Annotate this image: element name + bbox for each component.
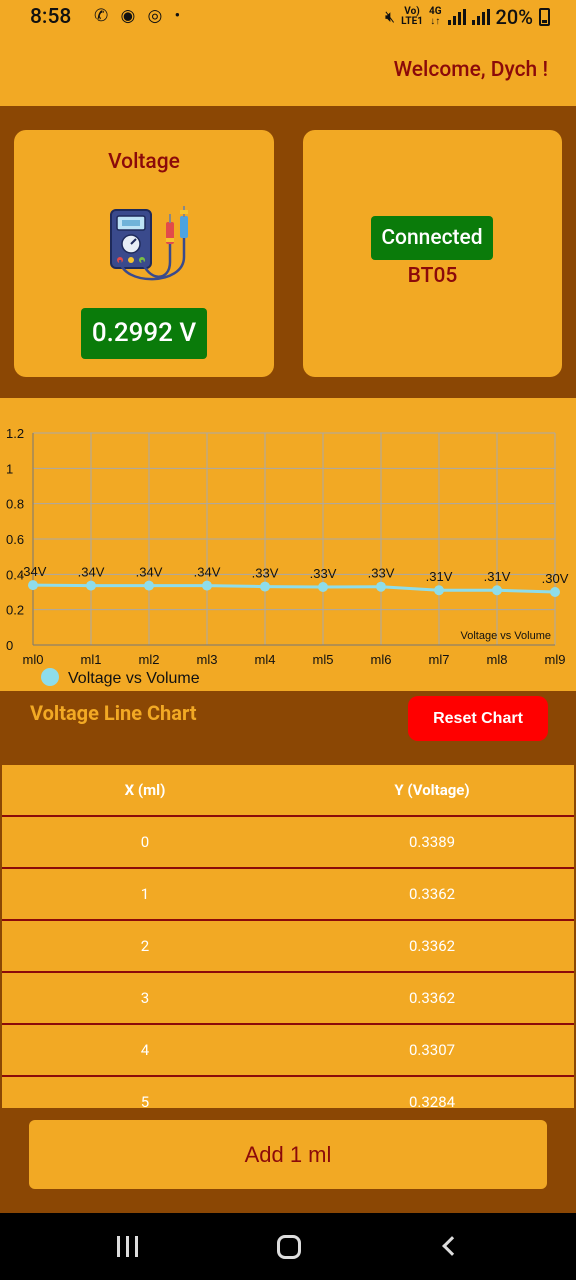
network-type-bottom: ↓↑ — [430, 16, 441, 27]
series-line — [32, 583, 556, 594]
add-1ml-button[interactable]: Add 1 ml — [29, 1120, 547, 1189]
battery-percent: 20% — [495, 5, 533, 29]
status-right-icons: 🔇︎ Vo) LTE1 4G ↓↑ 20% — [385, 5, 550, 29]
volte-bottom: LTE1 — [401, 16, 423, 27]
network-type: 4G ↓↑ — [429, 7, 442, 27]
table-row: 0 0.3389 — [2, 817, 574, 869]
data-point — [492, 585, 502, 596]
x-tick-label: ml0 — [23, 652, 44, 667]
data-point — [318, 581, 328, 592]
table-cell-y: 0.3389 — [408, 833, 456, 851]
x-tick-label: ml4 — [255, 652, 276, 667]
bottom-action-area: Add 1 ml — [0, 1108, 576, 1213]
data-point — [550, 587, 560, 597]
volte-indicator: Vo) LTE1 — [401, 7, 423, 27]
table-header-x: X (ml) — [124, 781, 166, 799]
line-chart-svg: 00.20.40.60.811.2ml0 ml1 ml2 ml3 ml4 ml5 ml6 ml… — [6, 426, 569, 687]
x-tick-label: ml7 — [429, 652, 450, 667]
connection-card[interactable]: Connected BT05 — [303, 130, 562, 377]
data-label: .34V — [194, 565, 221, 580]
signal-icon-2 — [471, 9, 490, 25]
home-icon[interactable] — [277, 1235, 301, 1259]
device-name: BT05 — [407, 264, 458, 288]
x-tick-label: ml8 — [487, 652, 508, 667]
table-row: 2 0.3362 — [2, 921, 574, 973]
status-bar: 8:58 ✆ ◉ ◎ • 🔇︎ Vo) LTE1 4G ↓↑ 20% — [0, 0, 576, 36]
status-time: 8:58 — [30, 5, 72, 29]
legend-label: Voltage vs Volume — [68, 670, 200, 687]
x-tick-label: ml6 — [371, 652, 392, 667]
table-header-y: Y (Voltage) — [394, 781, 470, 799]
table-cell-y: 0.3284 — [408, 1093, 456, 1108]
table-cell-y: 0.3362 — [408, 885, 456, 903]
y-tick-label: 0.6 — [6, 532, 24, 547]
data-label: .34V — [20, 564, 47, 579]
status-notification-icons: ✆ ◉ ◎ • — [94, 6, 185, 26]
system-nav-bar — [0, 1213, 576, 1280]
data-point — [376, 581, 386, 592]
data-point — [260, 581, 270, 592]
welcome-text: Welcome, Dych ! — [393, 58, 548, 82]
multimeter-icon — [110, 206, 188, 281]
data-label: .33V — [252, 566, 279, 581]
data-label: .31V — [484, 569, 511, 584]
table-row: 3 0.3362 — [2, 973, 574, 1025]
data-label: .33V — [368, 566, 395, 581]
data-point — [28, 580, 38, 591]
table-cell-x: 5 — [140, 1093, 150, 1108]
table-cell-x: 4 — [140, 1041, 150, 1059]
table-cell-y: 0.3307 — [408, 1041, 456, 1059]
y-tick-label: 0.8 — [6, 497, 24, 512]
mute-icon: 🔇︎ — [385, 7, 396, 26]
y-tick-label: 0.2 — [6, 603, 24, 618]
chart-section-title: Voltage Line Chart — [30, 701, 197, 725]
signal-icon — [447, 9, 466, 25]
recent-apps-icon[interactable] — [117, 1236, 138, 1257]
data-label: .33V — [310, 566, 337, 581]
voltage-reading: 0.2992 V — [81, 308, 207, 359]
data-point — [144, 580, 154, 591]
x-tick-label: ml1 — [81, 652, 102, 667]
x-tick-label: ml2 — [139, 652, 160, 667]
table-cell-x: 1 — [140, 885, 150, 903]
table-cell-x: 0 — [140, 833, 150, 851]
data-label: .34V — [136, 565, 163, 580]
table-cell-y: 0.3362 — [408, 937, 456, 955]
voltage-chart: 0 0.2 0.4 0.6 0.8 1 1.2 ml0 ml1 ml2 ml3 ml4 ml5 ml6 ml… — [0, 398, 576, 691]
data-point — [434, 585, 444, 596]
table-cell-y: 0.3362 — [408, 989, 456, 1007]
table-row: 5 0.3284 — [2, 1077, 574, 1108]
x-tick-label: ml3 — [197, 652, 218, 667]
x-tick-label: ml9 — [545, 652, 566, 667]
x-tick-label: ml5 — [313, 652, 334, 667]
reset-chart-button[interactable]: Reset Chart — [408, 696, 548, 741]
data-label: .34V — [78, 565, 105, 580]
data-point — [202, 580, 212, 591]
table-cell-x: 3 — [140, 989, 150, 1007]
y-tick-label: 1.2 — [6, 426, 24, 441]
data-label: .31V — [426, 569, 453, 584]
voltage-card-title: Voltage — [108, 150, 180, 174]
back-icon[interactable] — [442, 1236, 462, 1256]
chart-description: Voltage vs Volume — [460, 630, 551, 642]
y-tick-label: 1 — [6, 461, 13, 476]
table-cell-x: 2 — [140, 937, 150, 955]
table-row: 1 0.3362 — [2, 869, 574, 921]
chart-section-header: Voltage Line Chart Reset Chart — [0, 691, 576, 765]
legend-marker — [41, 668, 59, 686]
y-tick-label: 0 — [6, 638, 13, 653]
table-row: 4 0.3307 — [2, 1025, 574, 1077]
data-point — [86, 580, 96, 591]
app-bar: Welcome, Dych ! — [0, 36, 576, 106]
data-label: .30V — [542, 571, 569, 586]
table-header-row: X (ml) Y (Voltage) — [2, 765, 574, 817]
battery-icon — [539, 8, 550, 26]
data-table[interactable]: X (ml) Y (Voltage) 0 0.3389 1 0.3362 2 0… — [2, 765, 574, 1108]
connection-status-badge: Connected — [371, 216, 493, 260]
voltage-card: Voltage 0.2992 V — [14, 130, 274, 377]
